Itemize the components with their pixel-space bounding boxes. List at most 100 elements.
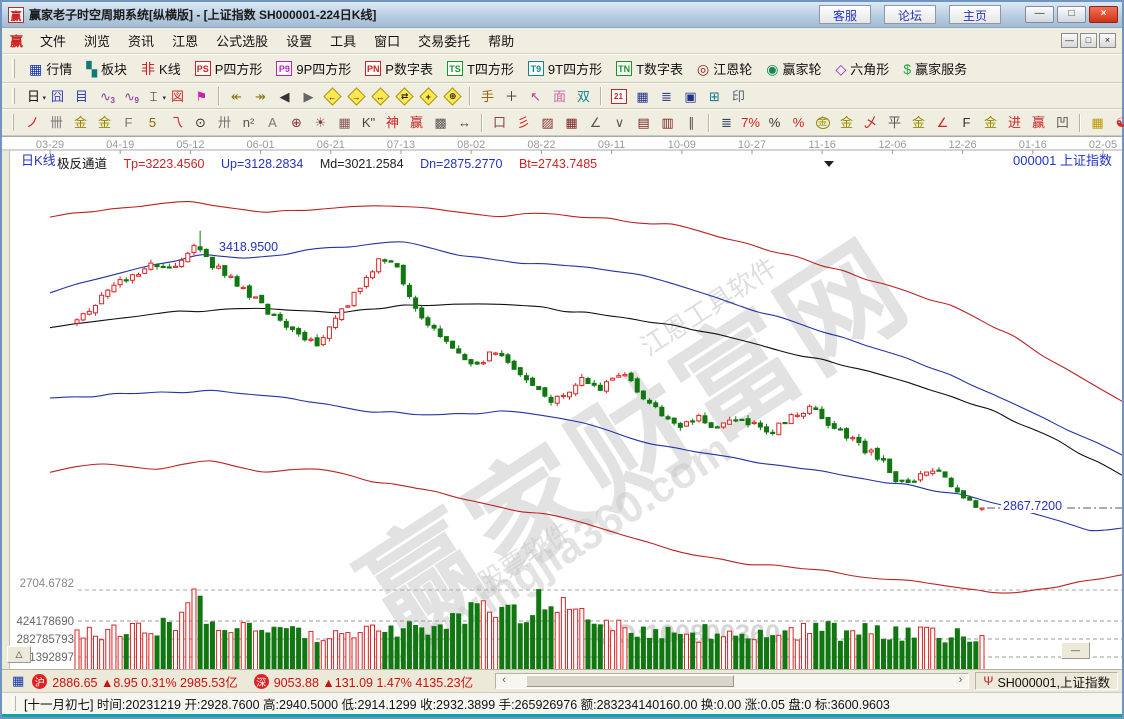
quote-grid-icon[interactable]: ▦ xyxy=(12,673,24,689)
star-tool-icon[interactable]: ☀ xyxy=(309,113,332,133)
horizontal-scrollbar[interactable]: ‹ › xyxy=(495,673,969,689)
toolbar-grip[interactable] xyxy=(12,114,14,132)
v-angle-icon[interactable]: ∠ xyxy=(931,113,954,133)
k-quote-icon[interactable]: K" xyxy=(357,113,380,133)
fan-rays-icon[interactable]: 彡 xyxy=(512,113,535,133)
kline-canvas[interactable]: 03-2904-1905-1206-0106-2107-1308-0208-22… xyxy=(2,137,1122,669)
toolbar-grip[interactable] xyxy=(12,88,15,105)
gold-circle-icon[interactable]: 金 xyxy=(811,113,834,133)
restore-button[interactable]: □ xyxy=(1057,6,1086,23)
yinyang-icon[interactable]: ☯ xyxy=(1110,113,1124,133)
ying-angle-icon[interactable]: 赢 xyxy=(1027,113,1050,133)
collapse-pane-button[interactable]: — xyxy=(1061,642,1090,659)
p-number-table-button[interactable]: PNP数字表 xyxy=(358,57,440,80)
calculator-icon[interactable]: ▦ xyxy=(631,86,654,106)
save-icon[interactable]: ▣ xyxy=(679,86,702,106)
dense-grid-icon[interactable]: ▩ xyxy=(429,113,452,133)
menu-item-2[interactable]: 资讯 xyxy=(119,32,163,51)
expand-all-icon[interactable]: ⊕ xyxy=(441,86,464,106)
scroll-left-arrow[interactable]: ‹ xyxy=(496,674,512,688)
pen-tool-icon[interactable]: ノ xyxy=(21,113,44,133)
next-page-icon[interactable]: ▶ xyxy=(297,86,320,106)
brush-tool-icon[interactable]: 乁 xyxy=(165,113,188,133)
menu-item-5[interactable]: 设置 xyxy=(277,32,321,51)
quotes-button[interactable]: ▦行情 xyxy=(22,57,79,80)
mdi-close-button[interactable]: × xyxy=(1099,33,1116,48)
grid-b-icon[interactable]: ▥ xyxy=(656,113,679,133)
price-ladder-icon[interactable]: ≣ xyxy=(715,113,738,133)
p-square-button[interactable]: PSP四方形 xyxy=(188,57,270,80)
gold-angle-icon[interactable]: 金 xyxy=(979,113,1002,133)
close-button[interactable]: × xyxy=(1089,6,1118,23)
gold-line2-icon[interactable]: 金 xyxy=(907,113,930,133)
cycle-circle-icon[interactable]: ⊙ xyxy=(189,113,212,133)
last-page-icon[interactable]: ↠ xyxy=(249,86,272,106)
v-lines-icon[interactable]: ∨ xyxy=(608,113,631,133)
angle-line-icon[interactable]: ∠ xyxy=(584,113,607,133)
t-number-table-button[interactable]: TNT数字表 xyxy=(609,57,690,80)
move-icon[interactable]: + xyxy=(417,86,440,106)
hand-tool-icon[interactable]: 手 xyxy=(476,86,499,106)
scrollbar-thumb[interactable] xyxy=(526,675,734,687)
menu-item-0[interactable]: 文件 xyxy=(31,32,75,51)
ying-grid-icon[interactable]: 赢 xyxy=(405,113,428,133)
calendar-icon[interactable]: 21 xyxy=(607,86,630,106)
gann-wheel-button[interactable]: ◎江恩轮 xyxy=(690,57,759,80)
print-icon[interactable]: 印 xyxy=(727,86,750,106)
parallel-lines-icon[interactable]: ∥ xyxy=(680,113,703,133)
chart-export-icon[interactable]: ⊞ xyxy=(703,86,726,106)
yellow-grid-icon[interactable]: ▦ xyxy=(1086,113,1109,133)
compress-h-icon[interactable]: ⇄ xyxy=(393,86,416,106)
figure-icon[interactable]: 図 xyxy=(166,86,189,106)
expand-h-icon[interactable]: ↔ xyxy=(369,86,392,106)
homepage-button[interactable]: 主页 xyxy=(949,5,1001,24)
pct-icon[interactable]: % xyxy=(763,113,786,133)
menu-item-3[interactable]: 江恩 xyxy=(163,32,207,51)
pct-line-icon[interactable]: % xyxy=(787,113,810,133)
a-angle-icon[interactable]: A xyxy=(261,113,284,133)
t-square-button[interactable]: TST四方形 xyxy=(440,57,521,80)
pointer-tool-icon[interactable]: ↖ xyxy=(524,86,547,106)
menu-item-1[interactable]: 浏览 xyxy=(75,32,119,51)
chart-area[interactable]: 赢家财富网 www.yingjia360.com QQ:100800360 赢家… xyxy=(2,136,1122,669)
group-tool-icon[interactable]: 双 xyxy=(572,86,595,106)
menu-item-7[interactable]: 窗口 xyxy=(365,32,409,51)
width-measure-icon[interactable]: ↔ xyxy=(453,113,476,133)
crosshair-tool-icon[interactable]: ＋ xyxy=(500,86,523,106)
ink-brush-icon[interactable]: 乄 xyxy=(859,113,882,133)
minimize-button[interactable]: — xyxy=(1025,6,1054,23)
shen-grid-icon[interactable]: 神 xyxy=(381,113,404,133)
gold-grid-1-icon[interactable]: 金 xyxy=(69,113,92,133)
forum-button[interactable]: 论坛 xyxy=(884,5,936,24)
colorful-chart-icon[interactable]: ⚑ xyxy=(190,86,213,106)
box-tool-icon[interactable]: 口 xyxy=(488,113,511,133)
period-day-button[interactable]: 日 xyxy=(22,86,45,106)
memo-icon[interactable]: 目 xyxy=(70,86,93,106)
winner-wheel-button[interactable]: ◉赢家轮 xyxy=(759,57,828,80)
ruler-grid-icon[interactable]: 卌 xyxy=(45,113,68,133)
expand-pane-button[interactable]: △ xyxy=(7,646,31,663)
box-rays-icon[interactable]: ▨ xyxy=(536,113,559,133)
sectors-button[interactable]: ▚板块 xyxy=(79,57,134,80)
prev-page-icon[interactable]: ◀ xyxy=(273,86,296,106)
chart3-icon[interactable]: ∿3 xyxy=(94,86,117,106)
menu-item-9[interactable]: 帮助 xyxy=(479,32,523,51)
compass-target-icon[interactable]: ⊕ xyxy=(285,113,308,133)
shift-left-icon[interactable]: ← xyxy=(321,86,344,106)
shift-right-icon[interactable]: → xyxy=(345,86,368,106)
menu-item-8[interactable]: 交易委托 xyxy=(409,32,479,51)
winner-service-button[interactable]: $赢家服务 xyxy=(896,57,974,80)
scroll-right-arrow[interactable]: › xyxy=(952,674,968,688)
toolbar-grip[interactable] xyxy=(12,59,15,78)
first-page-icon[interactable]: ↞ xyxy=(225,86,248,106)
f-grid-icon[interactable]: F xyxy=(117,113,140,133)
jin-angle-icon[interactable]: 进 xyxy=(1003,113,1026,133)
ruler2-icon[interactable]: 卅 xyxy=(213,113,236,133)
grid-box-icon[interactable]: ▦ xyxy=(333,113,356,133)
candle-style-button[interactable]: ⌶ xyxy=(142,86,165,106)
gold-grid-2-icon[interactable]: 金 xyxy=(93,113,116,133)
menu-item-4[interactable]: 公式选股 xyxy=(207,32,277,51)
notepad-icon[interactable]: ≣ xyxy=(655,86,678,106)
seven-pct-icon[interactable]: 7% xyxy=(739,113,762,133)
n-square-icon[interactable]: n² xyxy=(237,113,260,133)
